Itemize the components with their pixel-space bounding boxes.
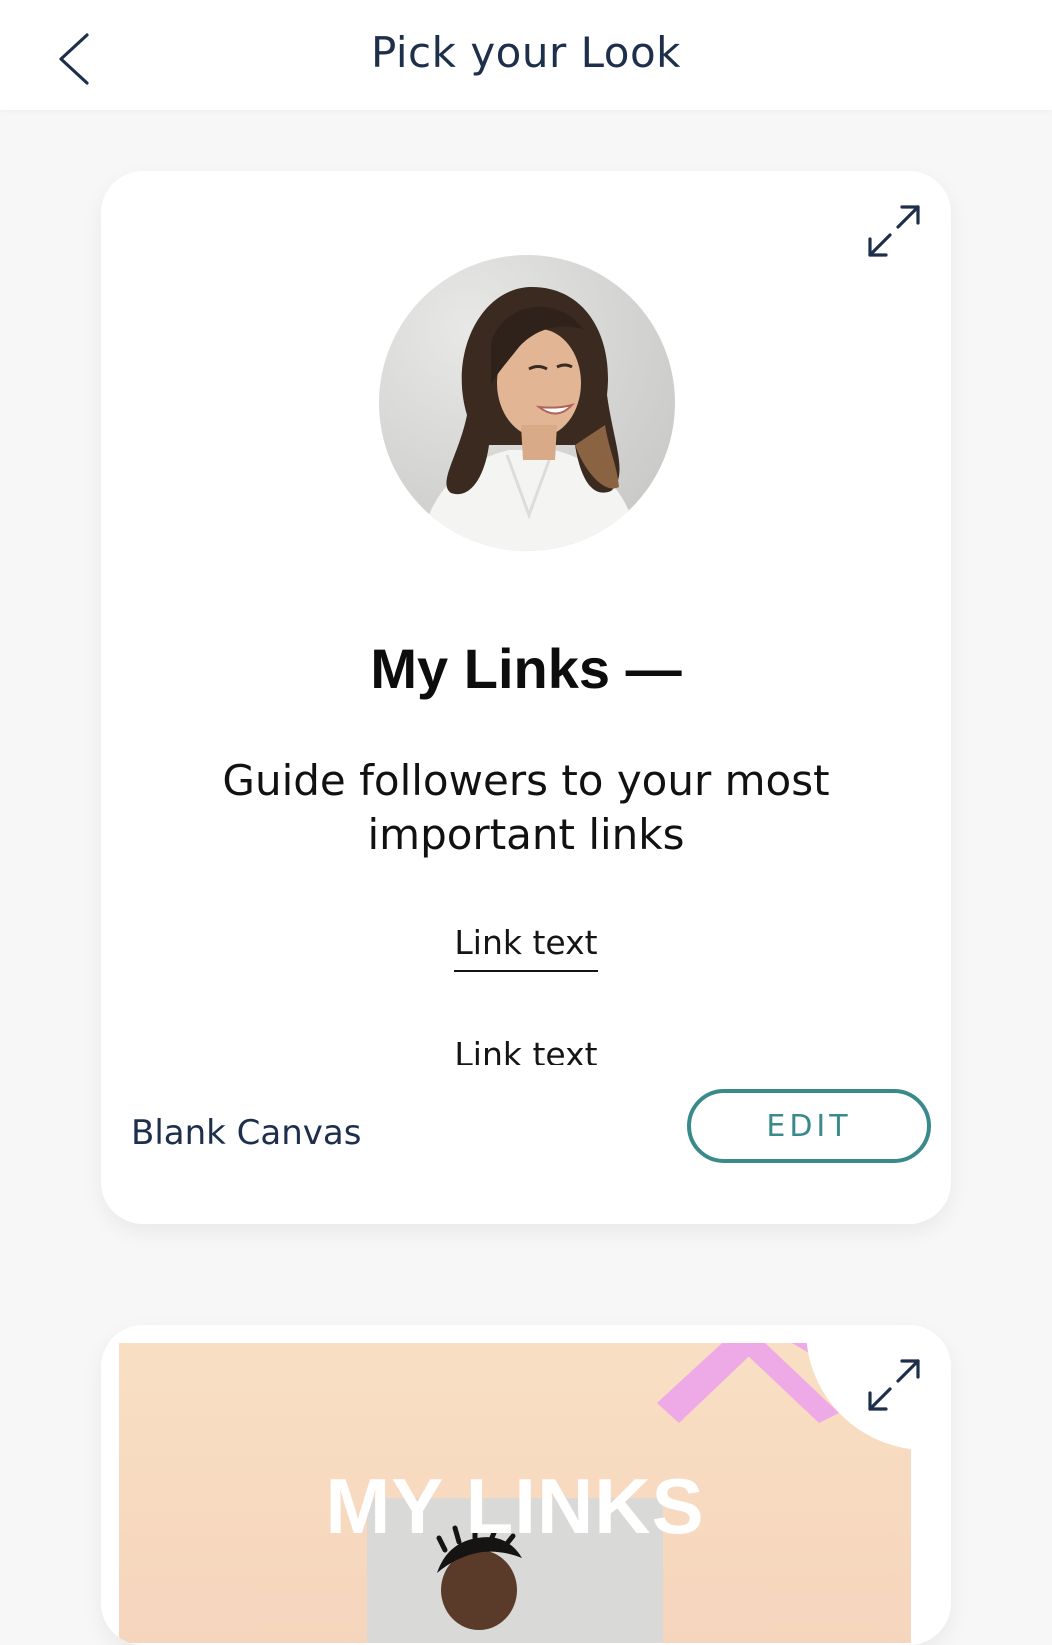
template-card-2[interactable]: MY LINKS bbox=[101, 1325, 951, 1645]
preview-description: Guide followers to your most important l… bbox=[222, 756, 830, 859]
template-preview: MY LINKS bbox=[119, 1343, 911, 1643]
expand-arrows-icon bbox=[868, 1359, 920, 1411]
preview-title: My Links — bbox=[370, 637, 682, 700]
expand-button[interactable] bbox=[859, 196, 929, 266]
preview-title: MY LINKS bbox=[325, 1462, 705, 1550]
page-title: Pick your Look bbox=[370, 28, 681, 77]
expand-button[interactable] bbox=[859, 1350, 929, 1420]
preview-link: Link text bbox=[101, 1035, 951, 1065]
template-card-blank-canvas[interactable]: My Links — Guide followers to your most … bbox=[101, 171, 951, 1224]
edit-button[interactable]: EDIT bbox=[687, 1089, 931, 1163]
header: Pick your Look bbox=[0, 0, 1052, 110]
template-name: Blank Canvas bbox=[131, 1113, 362, 1153]
preview-link: Link text bbox=[101, 923, 951, 972]
expand-arrows-icon bbox=[868, 205, 920, 257]
avatar bbox=[379, 255, 675, 551]
preview-link-text: Link text bbox=[454, 923, 598, 972]
preview-link-text: Link text bbox=[454, 1035, 598, 1065]
preview-link-clip: Link text bbox=[101, 1035, 951, 1065]
